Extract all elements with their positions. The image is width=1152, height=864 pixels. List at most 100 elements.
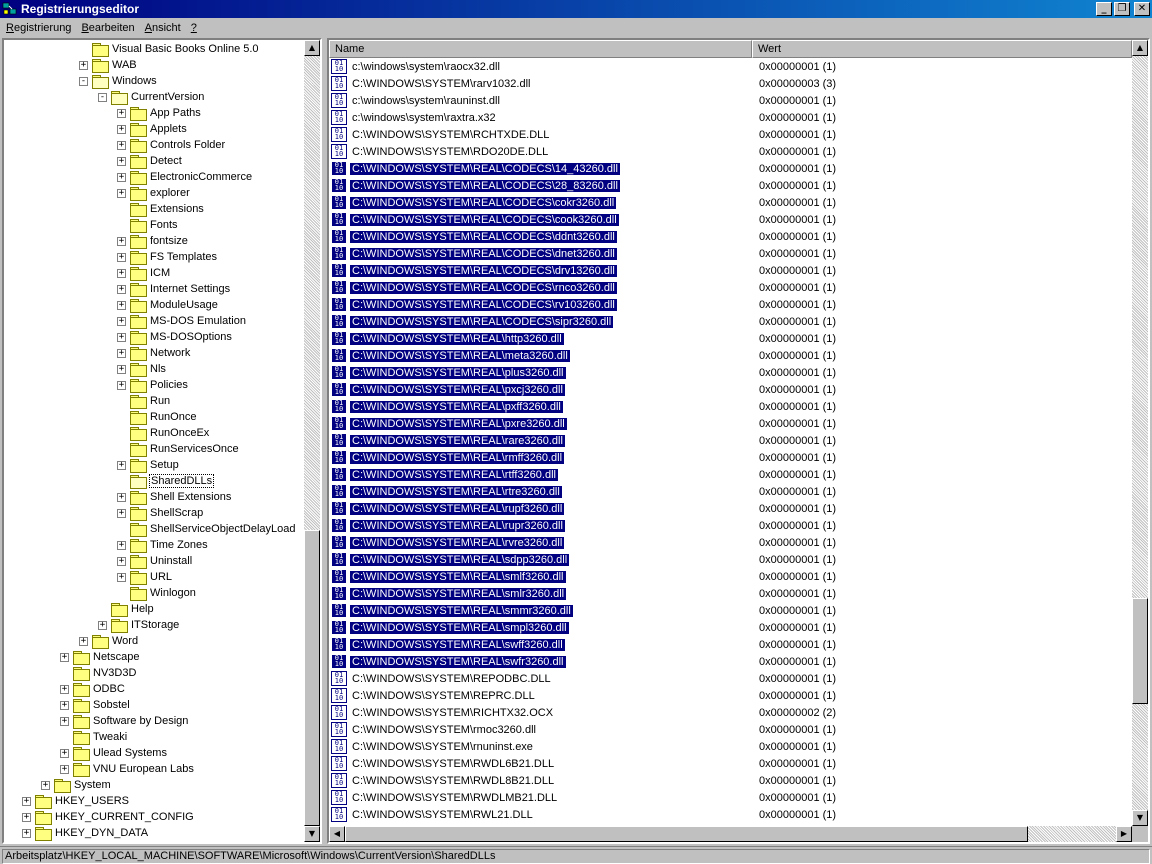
value-name[interactable]: C:\WINDOWS\SYSTEM\REPODBC.DLL — [350, 673, 553, 685]
value-name[interactable]: C:\WINDOWS\SYSTEM\REAL\rare3260.dll — [350, 434, 565, 447]
collapse-icon[interactable]: - — [79, 76, 88, 86]
tree-item[interactable]: + Word — [79, 633, 139, 649]
tree-item-label[interactable]: ShellScrap — [149, 507, 204, 519]
tree-item-label[interactable]: HKEY_DYN_DATA — [54, 827, 149, 839]
expand-icon[interactable]: + — [60, 700, 69, 710]
tree-item-label[interactable]: Word — [111, 635, 139, 647]
expand-icon[interactable]: + — [117, 124, 126, 134]
minimize-button[interactable]: _ — [1096, 2, 1112, 16]
tree-item[interactable]: + App Paths — [117, 105, 202, 121]
value-row[interactable]: 01 10 C:\WINDOWS\SYSTEM\REAL\CODECS\rv1032… — [329, 296, 1132, 313]
expand-icon[interactable]: + — [117, 332, 126, 342]
tree-item[interactable]: + Internet Settings — [117, 281, 231, 297]
value-row[interactable]: 01 10 C:\WINDOWS\SYSTEM\RICHTX32.OCX 0x0000… — [329, 704, 1132, 721]
value-row[interactable]: 01 10 C:\WINDOWS\SYSTEM\REAL\http3260.dll 0… — [329, 330, 1132, 347]
expand-icon[interactable]: + — [117, 508, 126, 518]
value-name[interactable]: C:\WINDOWS\SYSTEM\REAL\pxff3260.dll — [350, 400, 563, 413]
tree-item-label[interactable]: MS-DOSOptions — [149, 331, 233, 343]
expand-icon[interactable]: + — [117, 172, 126, 182]
value-name[interactable]: C:\WINDOWS\SYSTEM\REPRC.DLL — [350, 690, 537, 702]
value-name[interactable]: C:\WINDOWS\SYSTEM\REAL\CODECS\ddnt3260.d… — [350, 230, 617, 243]
value-name[interactable]: C:\WINDOWS\SYSTEM\REAL\rtff3260.dll — [350, 468, 558, 481]
list-vertical-scrollbar[interactable]: ▲ ▼ — [1132, 40, 1148, 826]
tree-item[interactable]: + ModuleUsage — [117, 297, 219, 313]
value-name[interactable]: C:\WINDOWS\SYSTEM\RWDL6B21.DLL — [350, 758, 556, 770]
value-name[interactable]: C:\WINDOWS\SYSTEM\REAL\plus3260.dll — [350, 366, 566, 379]
tree-item-label[interactable]: Windows — [111, 75, 158, 87]
value-name[interactable]: C:\WINDOWS\SYSTEM\REAL\smlf3260.dll — [350, 570, 566, 583]
expand-icon[interactable]: + — [79, 60, 88, 70]
expand-icon[interactable]: + — [79, 636, 88, 646]
tree-item[interactable]: + HKEY_USERS — [22, 793, 130, 809]
tree-item-label[interactable]: Applets — [149, 123, 188, 135]
tree-item[interactable]: + MS-DOS Emulation — [117, 313, 247, 329]
expand-icon[interactable]: + — [117, 380, 126, 390]
tree-item[interactable]: Tweaki — [60, 729, 128, 745]
value-name[interactable]: C:\WINDOWS\SYSTEM\REAL\CODECS\28_83260.d… — [350, 179, 620, 192]
expand-icon[interactable]: + — [60, 764, 69, 774]
value-row[interactable]: 01 10 C:\WINDOWS\SYSTEM\REAL\rare3260.dll 0… — [329, 432, 1132, 449]
value-row[interactable]: 01 10 C:\WINDOWS\SYSTEM\REAL\smpl3260.dll 0… — [329, 619, 1132, 636]
list-horizontal-scrollbar[interactable]: ◀ ▶ — [329, 826, 1132, 842]
tree-item[interactable]: Help — [98, 601, 155, 617]
tree-item[interactable]: + Ulead Systems — [60, 745, 168, 761]
value-row[interactable]: 01 10 C:\WINDOWS\SYSTEM\REAL\pxff3260.dll 0… — [329, 398, 1132, 415]
key-tree-pane[interactable]: Visual Basic Books Online 5.0 + WAB - Window… — [2, 38, 322, 844]
tree-scroll-thumb[interactable] — [304, 530, 320, 826]
tree-item-label[interactable]: MS-DOS Emulation — [149, 315, 247, 327]
tree-item-label[interactable]: Time Zones — [149, 539, 209, 551]
value-row[interactable]: 01 10 C:\WINDOWS\SYSTEM\REAL\rtre3260.dll 0… — [329, 483, 1132, 500]
value-row[interactable]: 01 10 C:\WINDOWS\SYSTEM\REAL\rvre3260.dll 0… — [329, 534, 1132, 551]
value-row[interactable]: 01 10 C:\WINDOWS\SYSTEM\REAL\pxcj3260.dll 0… — [329, 381, 1132, 398]
tree-item[interactable]: SharedDLLs — [117, 473, 215, 489]
list-scroll-right-button[interactable]: ▶ — [1116, 826, 1132, 842]
list-hscroll-thumb[interactable] — [345, 826, 1028, 842]
value-row[interactable]: 01 10 C:\WINDOWS\SYSTEM\REAL\CODECS\14_432… — [329, 160, 1132, 177]
title-bar[interactable]: Registrierungseditor _ ❐ ✕ — [0, 0, 1152, 18]
value-name[interactable]: c:\windows\system\raocx32.dll — [350, 61, 502, 73]
value-row[interactable]: 01 10 C:\WINDOWS\SYSTEM\REAL\CODECS\cokr32… — [329, 194, 1132, 211]
value-row[interactable]: 01 10 c:\windows\system\raocx32.dll 0x00000… — [329, 58, 1132, 75]
value-name[interactable]: C:\WINDOWS\SYSTEM\REAL\pxre3260.dll — [350, 417, 567, 430]
expand-icon[interactable]: + — [117, 252, 126, 262]
tree-item-label[interactable]: ODBC — [92, 683, 126, 695]
values-list-pane[interactable]: Name Wert 01 10 c:\windows\system\raocx32.… — [327, 38, 1150, 844]
tree-item[interactable]: + explorer — [117, 185, 191, 201]
expand-icon[interactable]: + — [41, 780, 50, 790]
tree-item[interactable]: RunServicesOnce — [117, 441, 240, 457]
expand-icon[interactable]: + — [117, 268, 126, 278]
tree-item-label[interactable]: Sobstel — [92, 699, 131, 711]
tree-item[interactable]: + ODBC — [60, 681, 126, 697]
tree-item[interactable]: + HKEY_CURRENT_CONFIG — [22, 809, 195, 825]
tree-item[interactable]: Winlogon — [117, 585, 197, 601]
menu-ansicht[interactable]: Ansicht — [141, 22, 187, 34]
value-name[interactable]: C:\WINDOWS\SYSTEM\REAL\rmff3260.dll — [350, 451, 565, 464]
tree-item[interactable]: + Netscape — [60, 649, 140, 665]
value-row[interactable]: 01 10 C:\WINDOWS\SYSTEM\REAL\smlf3260.dll 0… — [329, 568, 1132, 585]
tree-item-label[interactable]: Shell Extensions — [149, 491, 232, 503]
tree-item-label[interactable]: Run — [149, 395, 171, 407]
value-row[interactable]: 01 10 C:\WINDOWS\SYSTEM\REAL\CODECS\28_832… — [329, 177, 1132, 194]
tree-item[interactable]: RunOnceEx — [117, 425, 210, 441]
tree-item[interactable]: + Policies — [117, 377, 189, 393]
tree-item[interactable]: + Detect — [117, 153, 183, 169]
tree-item[interactable]: + Sobstel — [60, 697, 131, 713]
value-row[interactable]: 01 10 C:\WINDOWS\SYSTEM\REAL\CODECS\ddnt32… — [329, 228, 1132, 245]
tree-item[interactable]: Visual Basic Books Online 5.0 — [79, 41, 260, 57]
value-name[interactable]: C:\WINDOWS\SYSTEM\RICHTX32.OCX — [350, 707, 555, 719]
value-row[interactable]: 01 10 C:\WINDOWS\SYSTEM\REAL\rmff3260.dll 0… — [329, 449, 1132, 466]
tree-item-label[interactable]: WAB — [111, 59, 138, 71]
tree-item[interactable]: + System — [41, 777, 112, 793]
value-row[interactable]: 01 10 C:\WINDOWS\SYSTEM\REPRC.DLL 0x0000000… — [329, 687, 1132, 704]
tree-item-label[interactable]: RunOnceEx — [149, 427, 210, 439]
expand-icon[interactable]: + — [117, 492, 126, 502]
tree-item[interactable]: + fontsize — [117, 233, 189, 249]
tree-item-label[interactable]: VNU European Labs — [92, 763, 195, 775]
tree-item-label[interactable]: Netscape — [92, 651, 140, 663]
value-row[interactable]: 01 10 C:\WINDOWS\SYSTEM\rarv1032.dll 0x0000… — [329, 75, 1132, 92]
value-name[interactable]: C:\WINDOWS\SYSTEM\REAL\rupf3260.dll — [350, 502, 565, 515]
tree-item-label[interactable]: RunOnce — [149, 411, 197, 423]
tree-item[interactable]: + Time Zones — [117, 537, 209, 553]
value-row[interactable]: 01 10 C:\WINDOWS\SYSTEM\REAL\sdpp3260.dll 0… — [329, 551, 1132, 568]
tree-item[interactable]: + ShellScrap — [117, 505, 204, 521]
